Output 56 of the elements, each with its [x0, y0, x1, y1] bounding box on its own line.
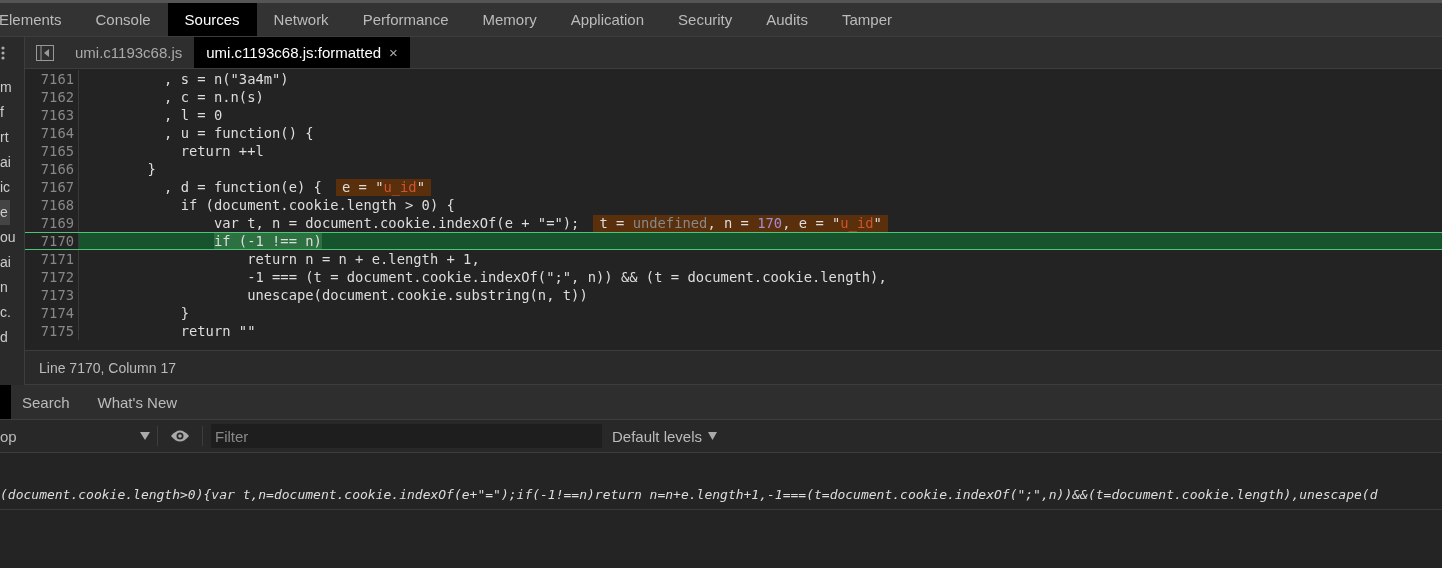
navigator-item[interactable]: n [0, 275, 10, 300]
eye-icon[interactable] [170, 429, 190, 443]
navigator-item[interactable]: ai [0, 150, 13, 175]
panel-tab[interactable]: Console [78, 3, 168, 36]
context-dropdown[interactable]: op [0, 426, 158, 446]
code-text: var t, n = document.cookie.indexOf(e + "="); [213, 215, 580, 231]
panel-tab[interactable]: Tamper [824, 3, 909, 36]
navigator-item[interactable]: f [0, 100, 6, 125]
code-text: if (document.cookie.length > 0) { [180, 197, 455, 213]
code-text: , l = 0 [164, 107, 223, 123]
line-number: 7170 [25, 233, 79, 249]
code-text: return "" [180, 323, 256, 339]
code-text: , s = n("3a4m") [164, 71, 289, 87]
panel-tab[interactable]: Elements [0, 3, 79, 36]
navigator-item[interactable]: e [0, 200, 10, 225]
code-text: , u = function() { [164, 125, 314, 141]
code-text: if (-1 !== n) [213, 233, 322, 249]
drawer-tab[interactable]: What's New [86, 385, 189, 419]
close-tab-button[interactable]: × [389, 44, 398, 61]
panel-tab[interactable]: Memory [465, 3, 554, 36]
panel-tab[interactable]: Sources [167, 3, 257, 36]
caret-icon [708, 432, 718, 440]
inline-value: t = undefined, n = 170, e = "u_id" [593, 214, 888, 232]
navigator-item[interactable]: ic [0, 175, 13, 200]
cursor-position: Line 7170, Column 17 [39, 359, 176, 376]
file-tab-label[interactable]: umi.c1193c68.js:formatted [206, 44, 382, 61]
code-text: unescape(document.cookie.substring(n, t)) [247, 287, 588, 303]
panel-tab[interactable]: Performance [345, 3, 466, 36]
code-text: , c = n.n(s) [164, 89, 264, 105]
more-options-icon[interactable] [1, 45, 5, 60]
panel-tab[interactable]: Network [256, 3, 346, 36]
panel-tab[interactable]: Security [661, 3, 750, 36]
code-text: return n = n + e.length + 1, [247, 251, 480, 267]
console-message: (document.cookie.length>0){var t,n=document.cookie.indexOf(e+"=");if(-1!==n)return n=n+e.length+1,-1===(t=document.cookie.indexOf(";",n))&&(t=document.cookie.length),unescape(d [0, 487, 1378, 502]
code-text: } [147, 161, 156, 177]
sidebar-toggle-icon[interactable] [36, 44, 54, 61]
panel-tab[interactable]: Application [553, 3, 662, 36]
filter-field[interactable]: Filter [211, 424, 602, 448]
file-tab[interactable]: umi.c1193c68.js [63, 37, 195, 68]
panel-tab[interactable]: Audits [749, 3, 825, 36]
navigator-item[interactable]: ou [0, 225, 18, 250]
code-text: , d = function(e) { [164, 179, 322, 195]
code-text: } [180, 305, 189, 321]
navigator-item[interactable]: m [0, 75, 14, 100]
caret-icon [140, 432, 150, 440]
drawer-tab[interactable]: Search [11, 385, 81, 419]
code-text: return ++l [180, 143, 264, 159]
code-text: -1 === (t = document.cookie.indexOf(";", n)) && (t = document.cookie.length), [247, 269, 887, 285]
navigator-item[interactable]: d [0, 325, 10, 350]
inline-value: e = "u_id" [335, 178, 431, 196]
levels-dropdown[interactable]: Default levels [612, 427, 718, 445]
file-tab-label[interactable]: umi.c1193c68.js [75, 44, 183, 61]
file-tab[interactable]: umi.c1193c68.js:formatted × [194, 37, 410, 68]
navigator-item[interactable]: .c [0, 300, 13, 325]
navigator-item[interactable]: ai [0, 250, 13, 275]
navigator-item[interactable]: rt [0, 125, 11, 150]
